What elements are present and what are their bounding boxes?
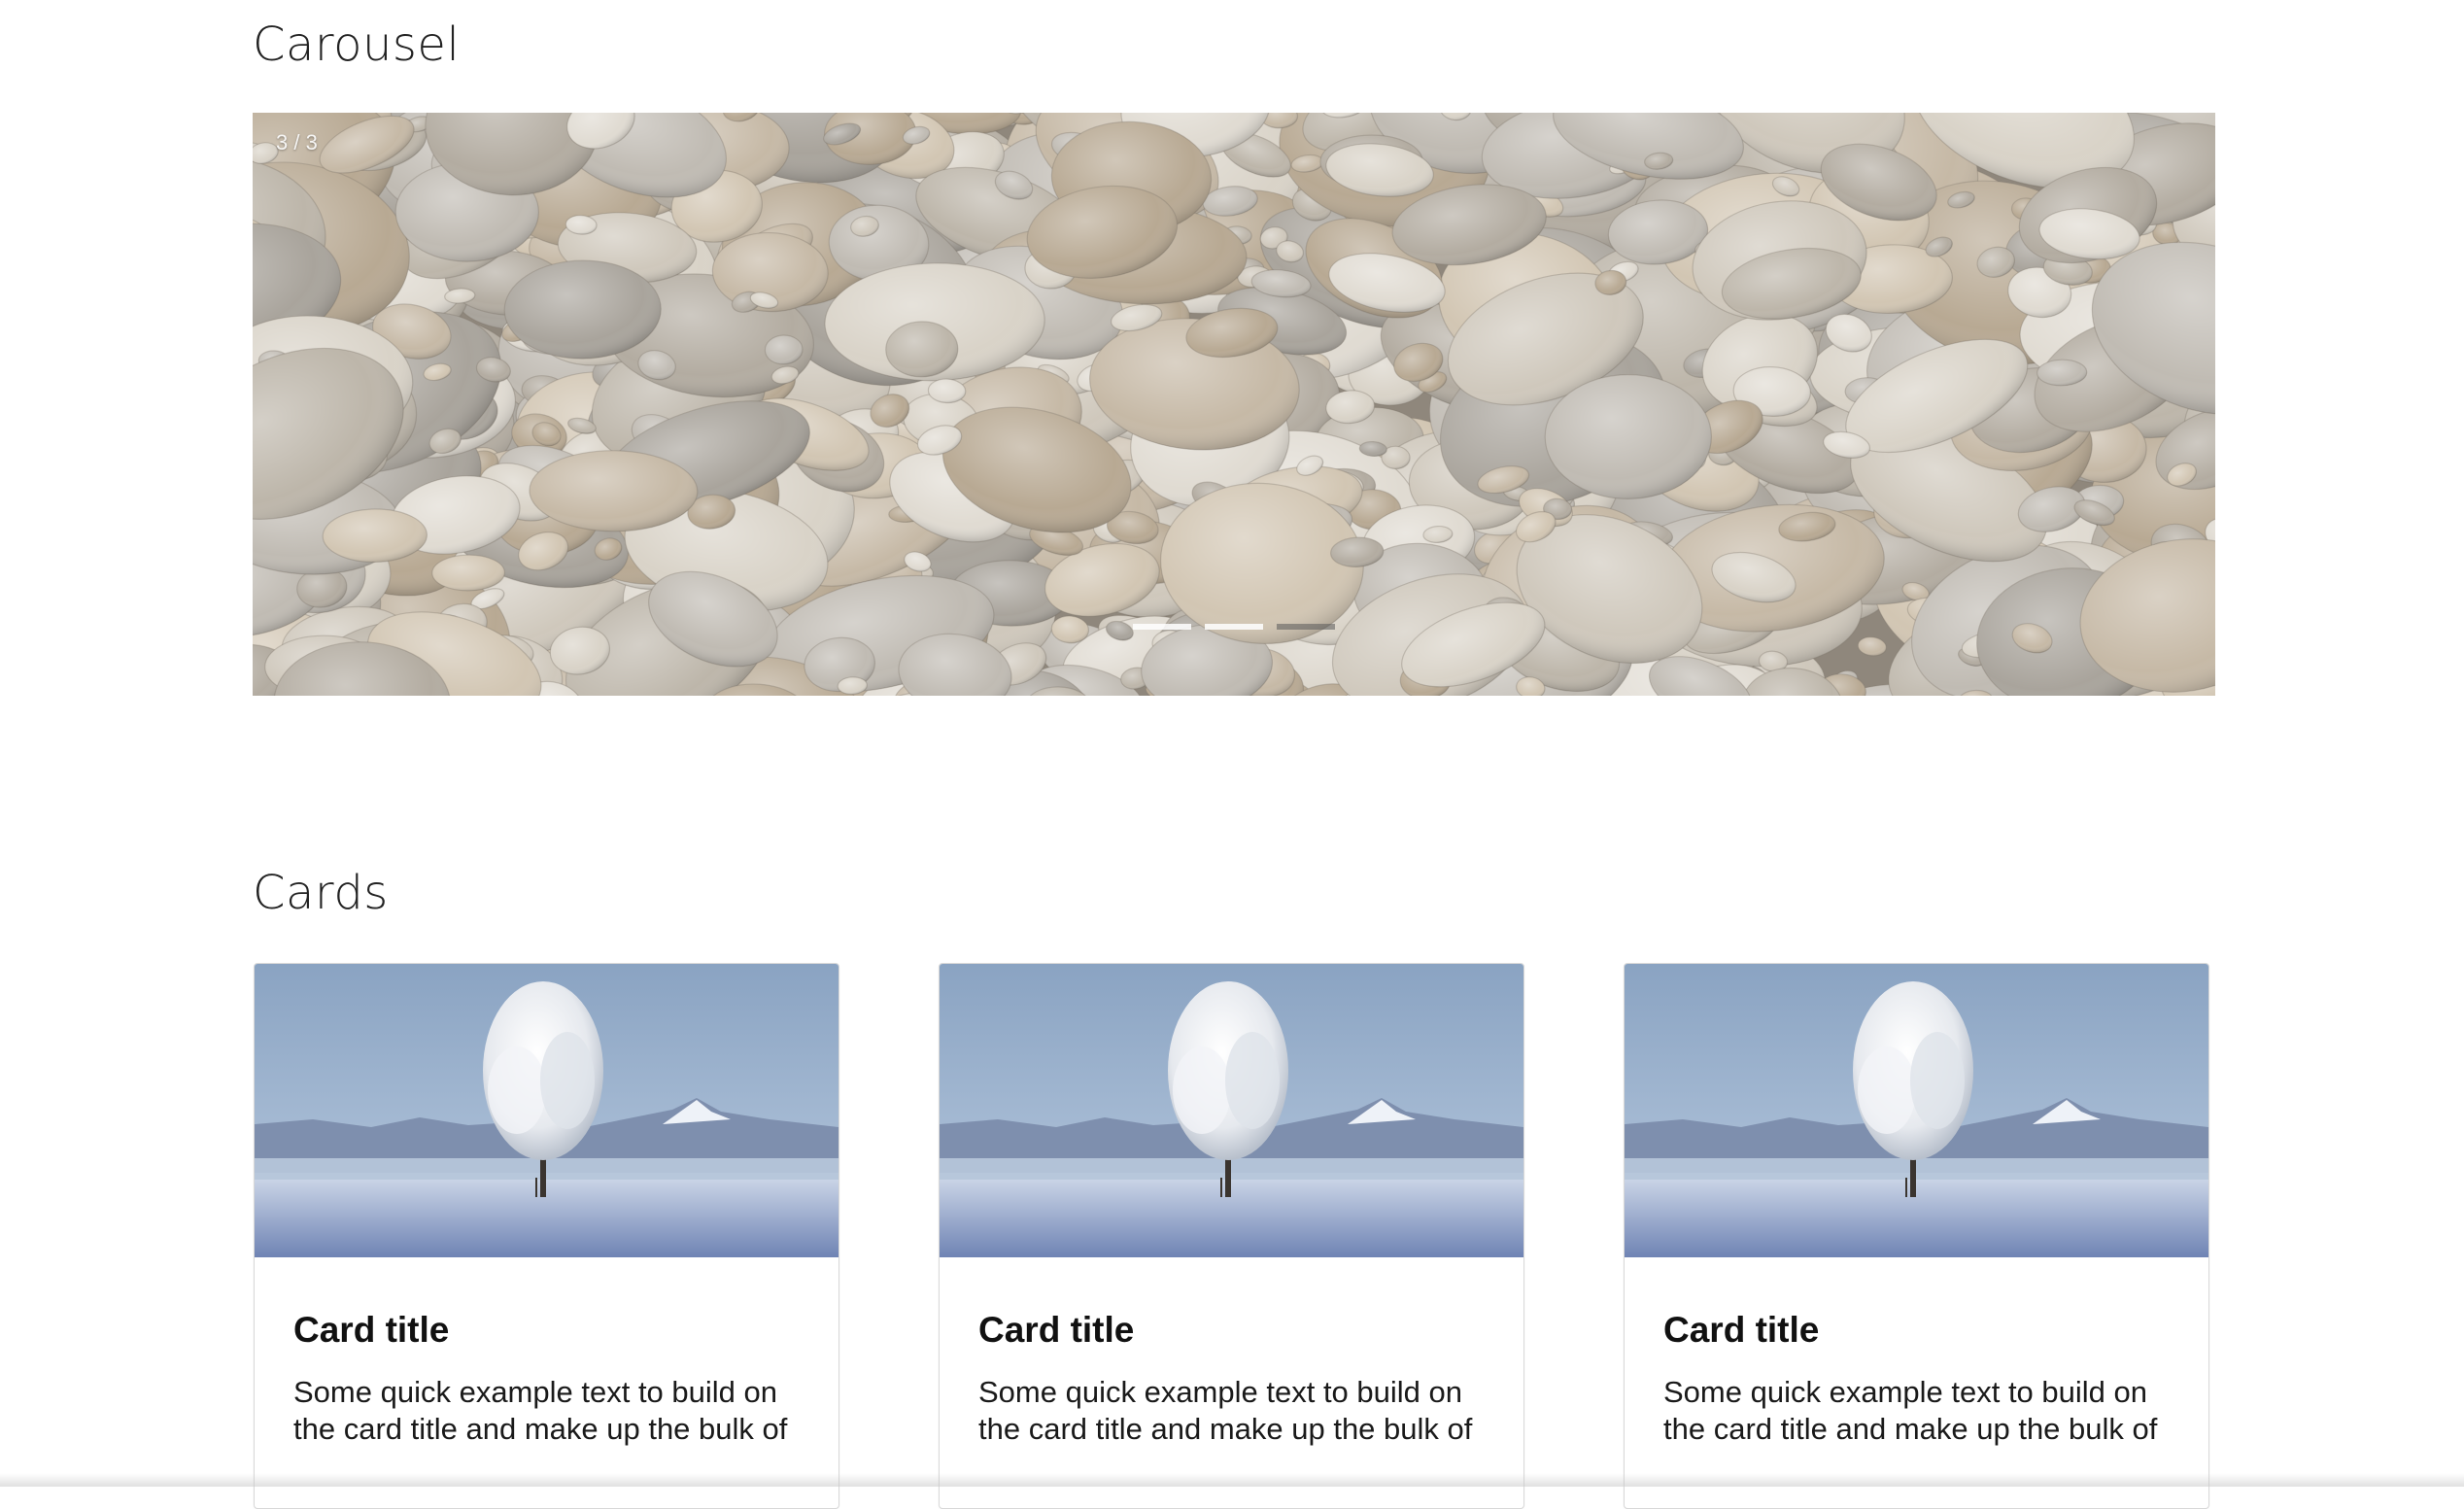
slide-indicator-2[interactable] (1205, 624, 1263, 630)
slide-indicator-3[interactable] (1277, 624, 1335, 630)
cards-heading: Cards (253, 866, 389, 920)
slide-counter: 3 / 3 (276, 130, 318, 155)
card-title: Card title (1663, 1310, 2170, 1351)
card-image-snow-tree (940, 964, 1523, 1257)
carousel[interactable]: 3 / 3 (253, 113, 2215, 696)
card-image-snow-tree (1625, 964, 2208, 1257)
card-1: Card title Some quick example text to bu… (254, 963, 839, 1509)
card-title: Card title (293, 1310, 800, 1351)
pebble-shape (1545, 374, 1711, 498)
card-text: Some quick example text to build on the … (293, 1374, 800, 1448)
card-3: Card title Some quick example text to bu… (1624, 963, 2209, 1509)
bottom-edge-shadow (0, 1473, 2464, 1487)
carousel-heading: Carousel (253, 17, 460, 72)
carousel-slide-image (253, 113, 2215, 696)
card-image-snow-tree (255, 964, 838, 1257)
slide-indicator-1[interactable] (1133, 624, 1191, 630)
card-text: Some quick example text to build on the … (1663, 1374, 2170, 1448)
card-text: Some quick example text to build on the … (978, 1374, 1485, 1448)
carousel-indicators (253, 624, 2215, 630)
card-title: Card title (978, 1310, 1485, 1351)
card-2: Card title Some quick example text to bu… (939, 963, 1524, 1509)
